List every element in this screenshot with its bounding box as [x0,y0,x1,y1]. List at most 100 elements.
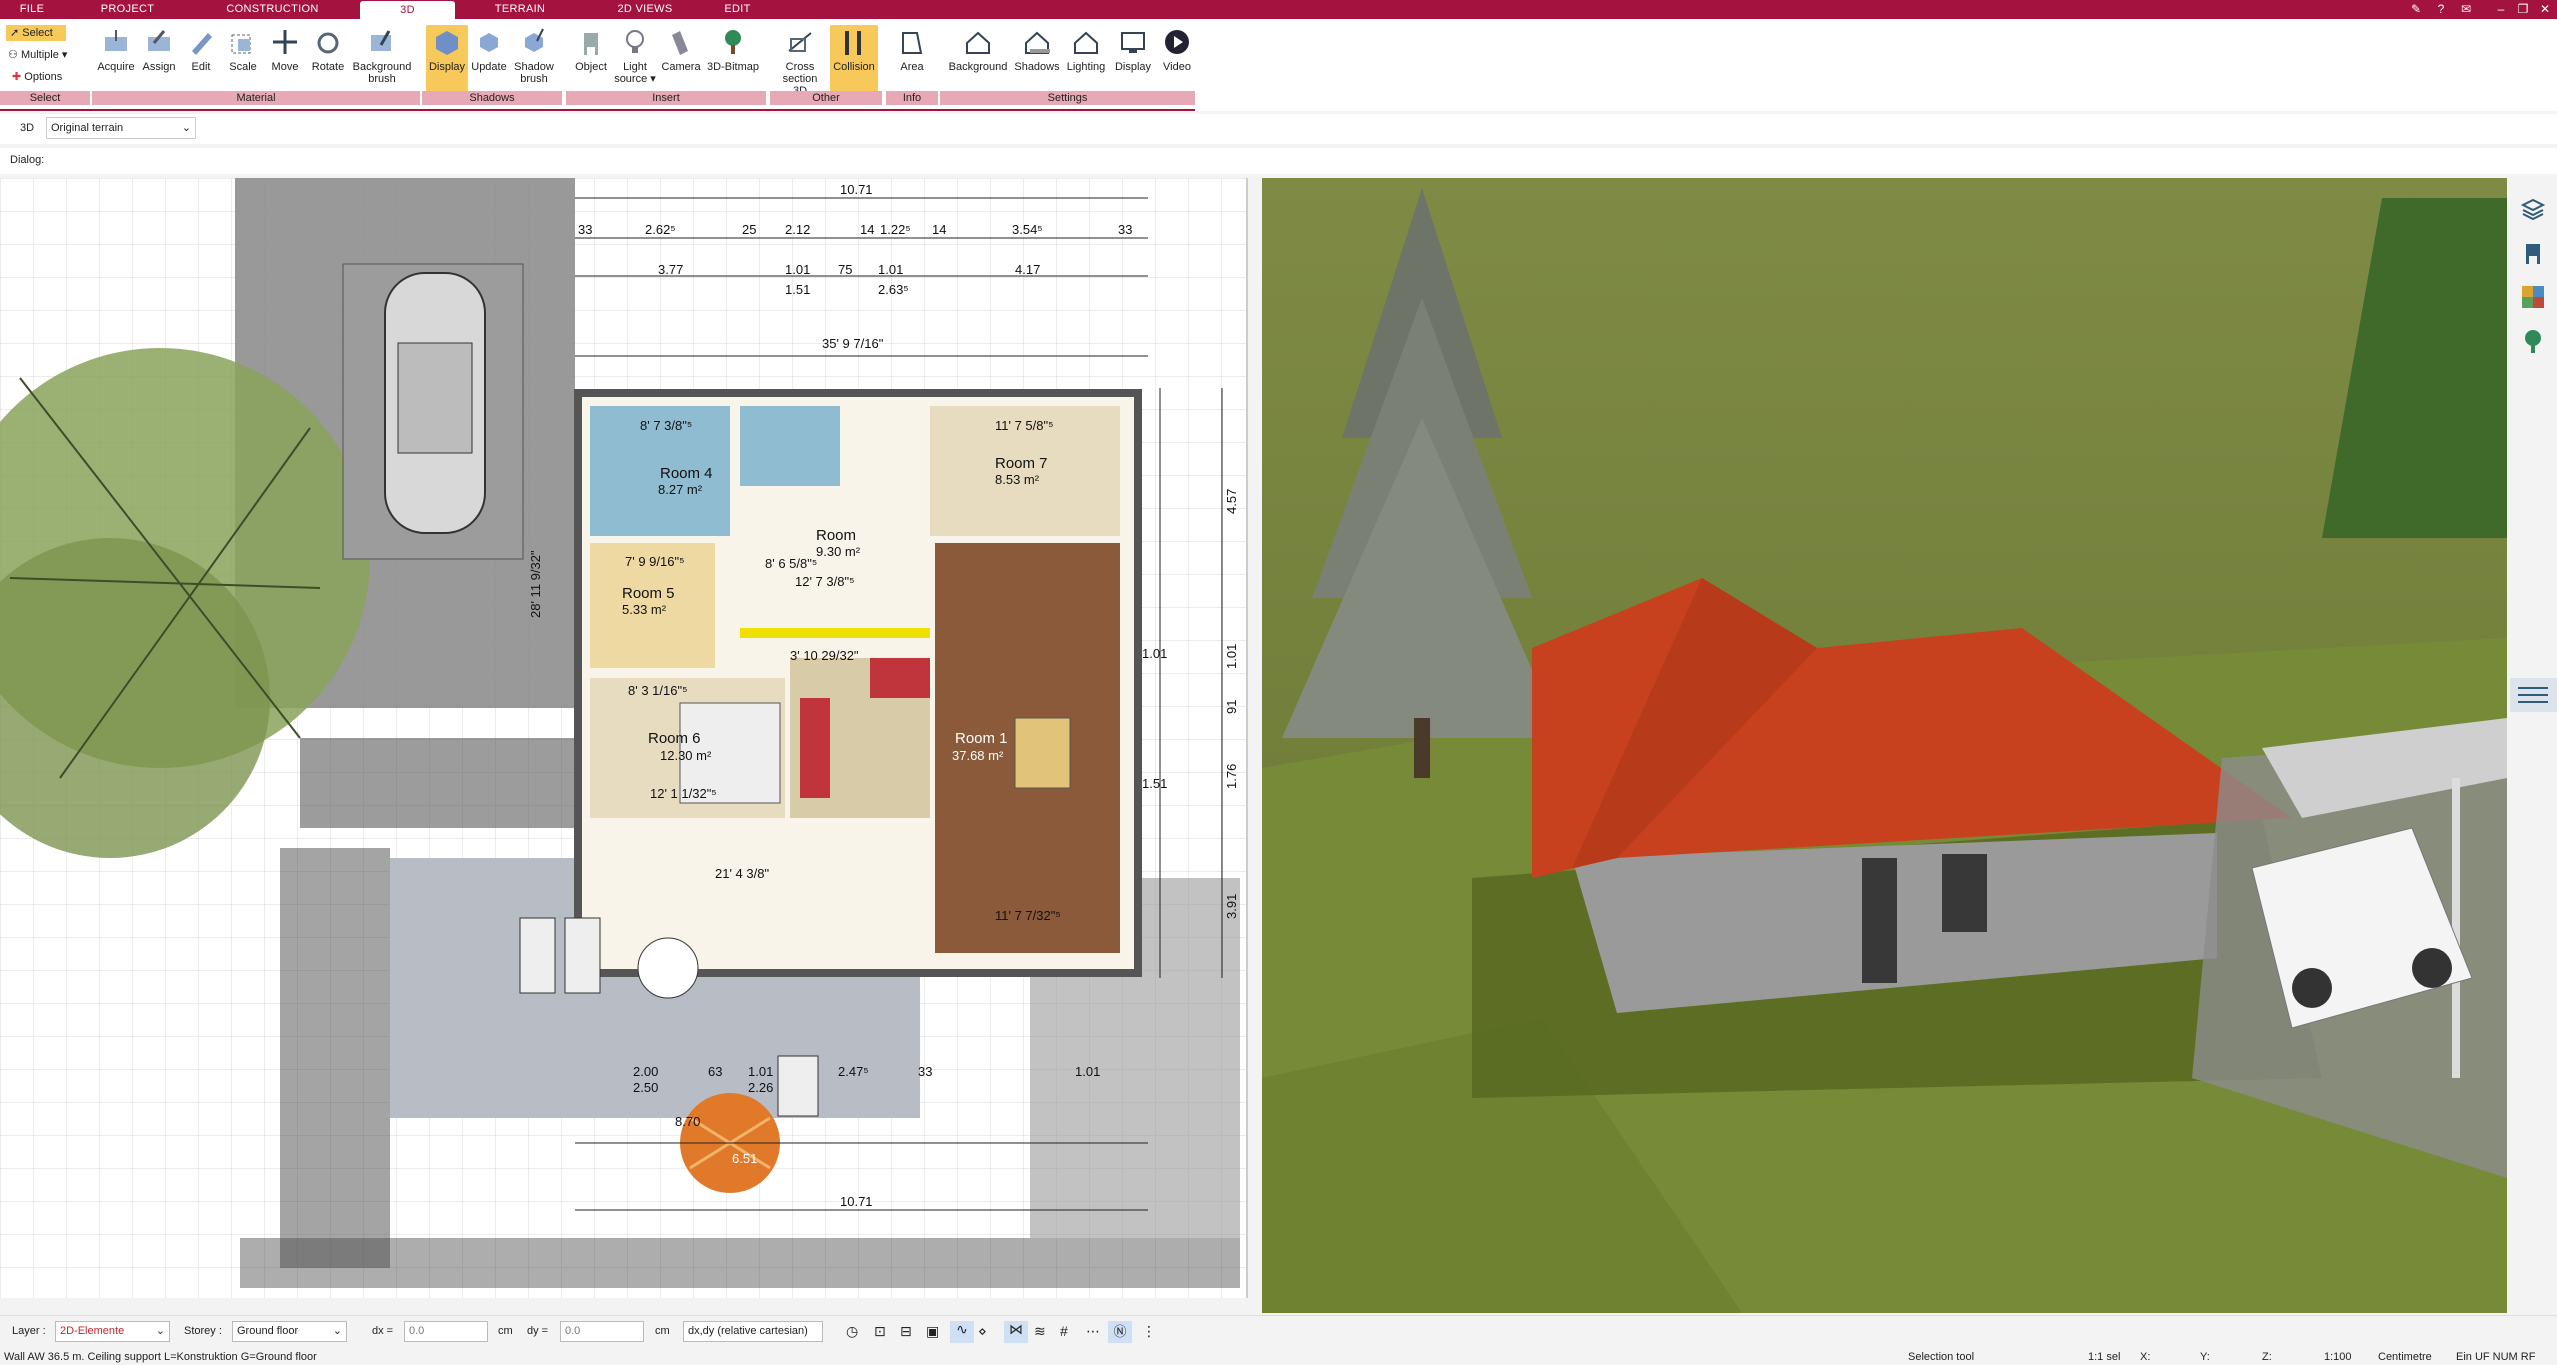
clock-icon[interactable]: ◷ [846,1323,858,1340]
layer-label: Layer : [12,1325,46,1337]
dim-bottom-7: 10.71 [840,1194,873,1209]
snap-line-icon[interactable]: ⊟ [900,1323,912,1340]
3d-view[interactable] [1262,178,2507,1313]
right-sidebar [2508,178,2557,1313]
status-message: Wall AW 36.5 m. Ceiling support L=Konstr… [4,1351,317,1363]
light-source-label: Light source [614,61,648,85]
dim-top-15: 1.51 [785,282,810,297]
3d-bitmap-label: 3D-Bitmap [707,61,759,73]
dim-top-13: 1.01 [878,262,903,277]
minimize-icon[interactable]: – [2490,1,2512,18]
layers-icon[interactable] [2520,196,2546,222]
room-label: Room [816,527,856,544]
plus-icon: ✚ [12,71,22,83]
update-shadows-label: Update [471,61,507,73]
plan-label-13: 8.70 [675,1114,700,1129]
plan-label-11: 3' 10 29/32" [790,648,859,663]
tab-construction[interactable]: CONSTRUCTION [215,0,330,19]
plant-catalog-icon[interactable] [2520,328,2546,354]
snap-layer-icon[interactable]: ▣ [926,1323,939,1340]
tab-edit[interactable]: EDIT [715,0,760,19]
dim-bottom-1: 2.50 [633,1080,658,1095]
tab-2d-views[interactable]: 2D VIEWS [600,0,690,19]
dy-unit: cm [655,1325,670,1337]
chair-catalog-icon[interactable] [2520,240,2546,266]
dy-label: dy = [527,1325,549,1337]
grid-icon[interactable]: # [1060,1323,1068,1339]
select-button[interactable]: ➚ Select [6,25,66,41]
acquire-label: Acquire [97,61,135,73]
restore-icon[interactable]: ❐ [2512,1,2534,18]
dy-input[interactable]: 0.0 [560,1321,644,1342]
storey-select[interactable]: Ground floor ⌄ [232,1321,347,1342]
cross-section-icon [788,32,812,52]
material-palette-icon[interactable] [2520,284,2546,310]
tab-3d[interactable]: 3D [360,1,455,19]
snap-mid-icon[interactable]: ⋯ [1086,1323,1100,1340]
dim-top-12: 75 [838,262,852,277]
floor-plan-canvas[interactable]: 10.71 33 2.62⁵ 25 2.12 14 1.22⁵ 14 3.54⁵… [0,178,1248,1298]
background-brush-label: Background brush [352,61,412,85]
dim-top-4: 2.12 [785,222,810,237]
options-button[interactable]: ✚ Options [12,70,82,83]
snap-lines-icon[interactable]: ≋ [1034,1323,1046,1340]
tree-icon [725,30,741,54]
house-shadow-icon [1025,31,1050,54]
layer-select[interactable]: 2D-Elemente ⌄ [55,1321,170,1342]
group-select-label: Select [0,91,90,105]
tools-icon[interactable]: ✎ [2405,1,2427,18]
plan-label-3: 8' 6 5/8"⁵ [765,556,817,571]
room-4-area-value: 8.27 m² [658,482,703,497]
shadow-brush-label: Shadow brush [514,61,554,85]
status-y-label: Y: [2200,1351,2210,1363]
snap-ortho-icon[interactable]: ⋈ [1004,1321,1028,1343]
move-icon [273,30,297,54]
cube-icon [436,31,458,55]
coordinate-toolbar: Layer : 2D-Elemente ⌄ Storey : Ground fl… [0,1315,2557,1347]
collision-icon [845,31,861,55]
close-icon[interactable]: ✕ [2534,1,2556,18]
play-icon [1165,30,1189,54]
multiple-label: Multiple [20,49,59,61]
3d-canvas[interactable] [1262,178,2507,1313]
dim-top-1: 33 [578,222,592,237]
object-label: Object [575,61,607,73]
more-options-icon[interactable]: ⋮ [1142,1323,1156,1340]
display-settings-label: Display [1114,61,1152,73]
room-4-label: Room 4 [660,465,713,482]
terrain-select[interactable]: Original terrain ⌄ [46,117,196,139]
storey-value: Ground floor [237,1325,299,1337]
snap-angle-icon[interactable]: ⋄ [978,1323,987,1340]
house-light-icon [1074,31,1098,54]
assign-icon [148,30,170,51]
video-label: Video [1163,61,1191,73]
tab-project[interactable]: PROJECT [90,0,165,19]
panel-toggle-icon[interactable] [2510,678,2557,712]
dx-input[interactable]: 0.0 [404,1321,488,1342]
tab-terrain[interactable]: TERRAIN [485,0,555,19]
dim-top-16: 2.63⁵ [878,282,909,297]
view-toolbar: 3D Original terrain ⌄ [0,114,2557,144]
dim-right-1: 1.01 [1224,644,1239,669]
room-5-area-value: 5.33 m² [622,602,667,617]
snap-n-icon[interactable]: Ⓝ [1108,1321,1132,1343]
dialog-label: Dialog: [10,154,45,166]
floor-plan-view[interactable]: 10.71 33 2.62⁵ 25 2.12 14 1.22⁵ 14 3.54⁵… [0,178,1248,1298]
help-icon[interactable]: ? [2430,1,2452,18]
multiple-button[interactable]: ⚇ Multiple ▾ [8,48,88,61]
pencil-icon [192,33,212,55]
dialog-input[interactable] [56,150,2506,172]
assign-label: Assign [142,61,176,73]
tab-file[interactable]: FILE [8,0,56,19]
snap-point-icon[interactable]: ⊡ [874,1323,886,1340]
terrain-select-value: Original terrain [51,122,124,134]
status-unit: Centimetre [2378,1351,2432,1363]
coord-mode-select[interactable]: dx,dy (relative cartesian) [683,1321,823,1342]
dim-bottom-5: 2.47⁵ [838,1064,869,1079]
ribbon: ➚ Select ⚇ Multiple ▾ ✚ Options Select A… [0,19,2557,111]
dim-top-5: 14 [860,222,874,237]
snap-curve-icon[interactable]: ∿ [950,1321,974,1343]
mail-icon[interactable]: ✉ [2455,1,2477,18]
plan-label-1: 8' 7 3/8"⁵ [640,418,692,433]
room-5-label: Room 5 [622,585,675,602]
